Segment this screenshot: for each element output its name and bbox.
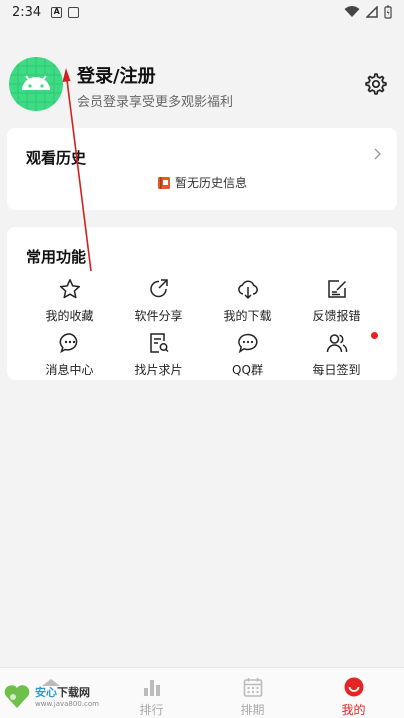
status-bar: 2:34 A [0, 0, 404, 24]
status-time: 2:34 [12, 4, 42, 20]
ranking-icon [143, 680, 160, 696]
profile-icon [344, 677, 363, 697]
watermark-brand: 安心下载网 [35, 684, 99, 700]
nav-label: 排期 [240, 703, 265, 717]
nav-mine[interactable]: 我的 [303, 668, 404, 718]
signal-icon [366, 6, 378, 18]
nav-label: 排行 [139, 703, 164, 717]
heart-logo-icon [4, 685, 30, 708]
gear-icon[interactable] [364, 72, 388, 96]
book-icon [157, 176, 170, 189]
function-downloads[interactable]: 我的下载 [203, 275, 292, 329]
watermark-brand-b: 下载网 [57, 686, 90, 699]
nav-label: 我的 [341, 703, 366, 717]
feedback-edit-icon [327, 280, 346, 298]
function-favorites[interactable]: 我的收藏 [25, 275, 114, 329]
common-functions-title: 常用功能 [26, 248, 87, 266]
history-empty-text: 暂无历史信息 [174, 176, 247, 190]
profile-section[interactable]: 登录/注册 会员登录享受更多观影福利 [0, 52, 404, 118]
android-icon [9, 57, 63, 111]
notification-a-icon: A [51, 6, 63, 18]
watermark: 安心下载网 www.java800.com [2, 678, 102, 714]
watch-history-title: 观看历史 [26, 149, 87, 167]
function-qq-group[interactable]: QQ群 [203, 329, 292, 383]
notification-screen-icon [68, 6, 80, 18]
share-icon [149, 279, 168, 298]
chat-bubble-icon [237, 333, 258, 354]
function-share[interactable]: 软件分享 [114, 275, 203, 329]
notification-dot [371, 332, 378, 339]
chevron-right-icon[interactable] [372, 147, 382, 161]
message-icon [59, 333, 77, 354]
watch-history-card[interactable]: 观看历史 暂无历史信息 [7, 128, 397, 210]
function-messages[interactable]: 消息中心 [25, 329, 114, 383]
nav-ranking[interactable]: 排行 [101, 668, 202, 718]
profile-subtitle: 会员登录享受更多观影福利 [77, 95, 234, 110]
watermark-brand-a: 安心 [35, 686, 57, 699]
history-empty: 暂无历史信息 [7, 174, 397, 191]
search-doc-icon [149, 333, 169, 353]
functions-grid: 我的收藏 软件分享 我的下载 反馈报错 消息中心 找片求片 QQ群 每日签到 [25, 275, 381, 383]
function-label: 我的收藏 [45, 309, 94, 323]
users-icon [326, 334, 347, 353]
function-label: 反馈报错 [312, 309, 361, 323]
function-daily-checkin[interactable]: 每日签到 [292, 329, 381, 383]
wifi-icon [344, 6, 360, 17]
function-label: 每日签到 [312, 363, 361, 377]
common-functions-card: 常用功能 我的收藏 软件分享 我的下载 反馈报错 消息中心 找片求片 QQ群 每… [7, 227, 397, 380]
avatar[interactable] [9, 57, 63, 111]
calendar-icon [243, 678, 262, 697]
battery-icon [384, 5, 392, 19]
function-label: 消息中心 [45, 363, 94, 377]
watermark-url: www.java800.com [35, 700, 99, 708]
star-icon [59, 279, 80, 299]
function-request-film[interactable]: 找片求片 [114, 329, 203, 383]
nav-schedule[interactable]: 排期 [202, 668, 303, 718]
cloud-download-icon [237, 280, 258, 300]
function-label: 软件分享 [134, 309, 183, 323]
function-label: 找片求片 [134, 363, 183, 377]
function-label: 我的下载 [223, 309, 272, 323]
function-label: QQ群 [232, 363, 263, 377]
function-feedback[interactable]: 反馈报错 [292, 275, 381, 329]
login-register-title[interactable]: 登录/注册 [77, 62, 156, 88]
